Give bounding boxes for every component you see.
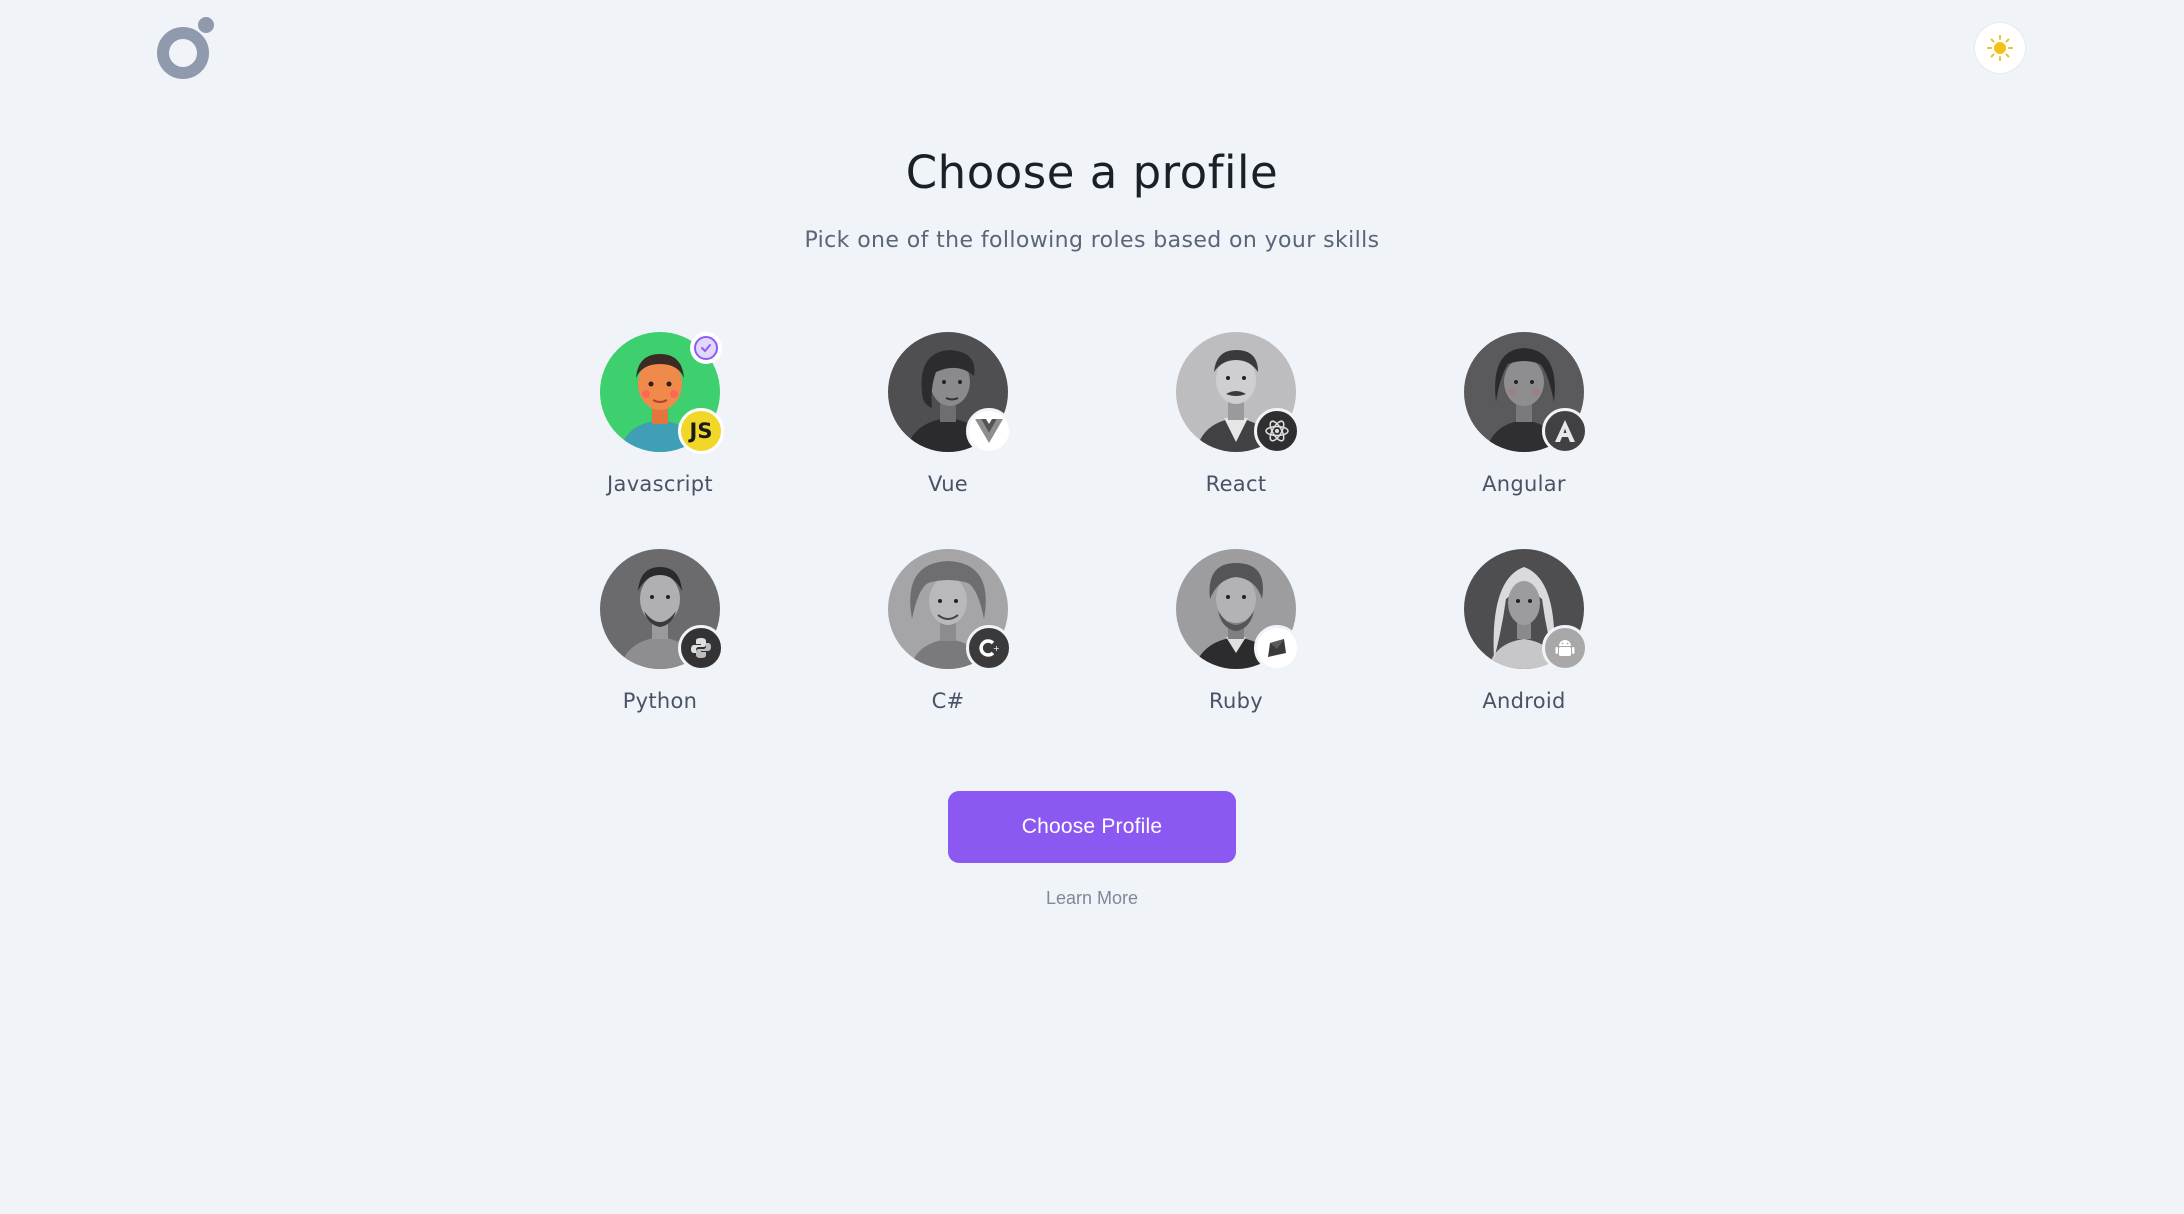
android-icon	[1542, 625, 1588, 671]
profile-label: C#	[931, 689, 965, 713]
javascript-icon: JS	[678, 408, 724, 454]
page-title: Choose a profile	[905, 146, 1279, 199]
sun-icon	[1987, 35, 2013, 61]
profile-vue[interactable]: Vue	[848, 332, 1048, 496]
react-icon	[1254, 408, 1300, 454]
vue-icon	[966, 408, 1012, 454]
profile-label: Angular	[1482, 472, 1566, 496]
profile-chooser-page: Choose a profile Pick one of the followi…	[0, 0, 2184, 1214]
page-subtitle: Pick one of the following roles based on…	[804, 228, 1380, 253]
profile-android[interactable]: Android	[1424, 549, 1624, 713]
profile-csharp[interactable]: + C#	[848, 549, 1048, 713]
brand-logo-icon[interactable]	[156, 16, 218, 80]
profile-label: Python	[622, 689, 698, 713]
angular-icon	[1542, 408, 1588, 454]
python-icon	[678, 625, 724, 671]
profile-label: Vue	[927, 472, 969, 496]
profile-label: Android	[1482, 689, 1566, 713]
profile-label: Ruby	[1209, 689, 1263, 713]
profile-react[interactable]: React	[1136, 332, 1336, 496]
csharp-icon: +	[966, 625, 1012, 671]
learn-more-link[interactable]: Learn More	[0, 888, 2184, 909]
profile-ruby[interactable]: Ruby	[1136, 549, 1336, 713]
selected-check-icon	[690, 332, 722, 364]
profile-python[interactable]: Python	[560, 549, 760, 713]
profile-angular[interactable]: Angular	[1424, 332, 1624, 496]
svg-text:+: +	[993, 644, 1000, 653]
ruby-icon	[1254, 625, 1300, 671]
choose-profile-button[interactable]: Choose Profile	[948, 791, 1236, 863]
profile-label: React	[1205, 472, 1267, 496]
profile-javascript[interactable]: JS Javascript	[560, 332, 760, 496]
theme-toggle-button[interactable]	[1974, 22, 2026, 74]
profile-label: Javascript	[607, 472, 713, 496]
